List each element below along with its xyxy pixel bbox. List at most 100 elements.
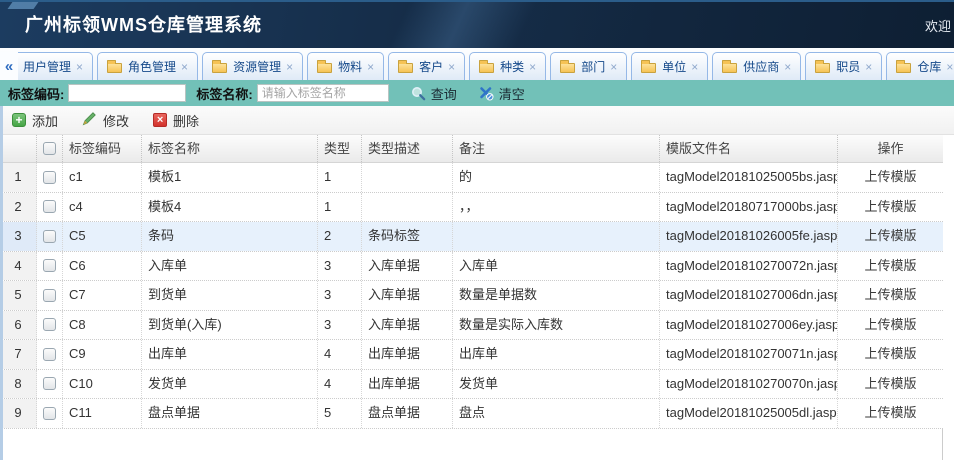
tab-close-icon[interactable]: × [76,61,83,73]
cell-tag-code: c1 [63,163,142,192]
cell-remark: 数量是实际入库数 [453,311,660,340]
row-checkbox[interactable] [43,230,56,243]
header-template-file[interactable]: 模版文件名 [660,135,838,162]
row-checkbox[interactable] [43,318,56,331]
tab-供应商[interactable]: 供应商 × [712,52,801,80]
header-tag-name[interactable]: 标签名称 [142,135,318,162]
cell-type-desc: 出库单据 [362,370,453,399]
tab-职员[interactable]: 职员 × [805,52,882,80]
tab-close-icon[interactable]: × [181,61,188,73]
header-type[interactable]: 类型 [318,135,362,162]
delete-button-label: 删除 [173,111,199,130]
upload-template-link[interactable]: 上传模版 [864,199,916,214]
cell-tag-code: C5 [63,222,142,251]
tab-close-icon[interactable]: × [946,61,953,73]
table-row[interactable]: 9 C11 盘点单据 5 盘点单据 盘点 tagModel20181025005… [0,399,943,429]
upload-template-link[interactable]: 上传模版 [864,228,916,243]
tab-物料[interactable]: 物料 × [307,52,384,80]
tab-label: 角色管理 [128,58,176,75]
row-checkbox[interactable] [43,200,56,213]
tab-bar: « 用户管理 × 角色管理 × 资源管理 × 物料 × 客户 × 种类 × 部门… [0,48,954,80]
row-checkbox[interactable] [43,377,56,390]
query-button[interactable]: 查询 [411,84,457,103]
cell-type: 2 [318,222,362,251]
header-remark[interactable]: 备注 [453,135,660,162]
upload-template-link[interactable]: 上传模版 [864,405,916,420]
folder-icon [107,63,122,73]
tab-close-icon[interactable]: × [691,61,698,73]
cell-type-desc: 入库单据 [362,281,453,310]
delete-button[interactable]: × 删除 [153,111,199,130]
edit-button[interactable]: 修改 [82,111,129,130]
tab-用户管理[interactable]: 用户管理 × [18,52,93,80]
table-row[interactable]: 2 c4 模板4 1 ，， tagModel20180717000bs.jasp… [0,193,943,223]
folder-icon [212,63,227,73]
tag-code-label: 标签编码: [8,84,64,103]
header-tag-code[interactable]: 标签编码 [63,135,142,162]
table-row[interactable]: 1 c1 模板1 1 的 tagModel20181025005bs.jaspe… [0,163,943,193]
row-checkbox[interactable] [43,348,56,361]
tab-close-icon[interactable]: × [529,61,536,73]
cell-template-file: tagModel201810270070n.jaspe [660,370,838,399]
folder-icon [398,63,413,73]
tab-close-icon[interactable]: × [286,61,293,73]
row-checkbox[interactable] [43,259,56,272]
cell-remark: 发货单 [453,370,660,399]
welcome-text: 欢迎 [925,16,951,35]
app-title: 广州标领WMS仓库管理系统 [25,2,262,48]
tag-code-input[interactable] [68,84,186,102]
tab-close-icon[interactable]: × [367,61,374,73]
cell-type-desc [362,163,453,192]
header-actions[interactable]: 操作 [838,135,943,162]
cell-type: 1 [318,193,362,222]
table-row[interactable]: 3 C5 条码 2 条码标签 tagModel20181026005fe.jas… [0,222,943,252]
table-row[interactable]: 7 C9 出库单 4 出库单据 出库单 tagModel201810270071… [0,340,943,370]
tab-仓库[interactable]: 仓库 × [886,52,954,80]
tag-template-table: 标签编码 标签名称 类型 类型描述 备注 模版文件名 操作 1 c1 模板1 1… [0,135,943,460]
upload-template-link[interactable]: 上传模版 [864,169,916,184]
tab-角色管理[interactable]: 角色管理 × [97,52,198,80]
upload-template-link[interactable]: 上传模版 [864,376,916,391]
select-all-checkbox[interactable] [43,142,56,155]
cell-type: 5 [318,399,362,428]
folder-icon [479,63,494,73]
tab-种类[interactable]: 种类 × [469,52,546,80]
row-checkbox[interactable] [43,407,56,420]
tag-name-input[interactable] [257,84,389,102]
cell-template-file: tagModel20180717000bs.jaspe [660,193,838,222]
tab-close-icon[interactable]: × [610,61,617,73]
tab-资源管理[interactable]: 资源管理 × [202,52,303,80]
table-row[interactable]: 8 C10 发货单 4 出库单据 发货单 tagModel20181027007… [0,370,943,400]
cell-type-desc: 条码标签 [362,222,453,251]
header-type-desc[interactable]: 类型描述 [362,135,453,162]
tab-部门[interactable]: 部门 × [550,52,627,80]
cell-tag-code: C8 [63,311,142,340]
cell-tag-name: 模板4 [142,193,318,222]
upload-template-link[interactable]: 上传模版 [864,346,916,361]
clear-button[interactable]: 清空 [479,84,525,103]
table-row[interactable]: 5 C7 到货单 3 入库单据 数量是单据数 tagModel201810270… [0,281,943,311]
tabs-scroll-left-button[interactable]: « [0,52,18,80]
folder-icon [896,63,911,73]
header-checkbox-cell [37,135,63,162]
cell-actions: 上传模版 [838,163,943,192]
cell-tag-name: 入库单 [142,252,318,281]
cell-tag-code: C11 [63,399,142,428]
delete-icon: × [153,113,167,127]
row-checkbox[interactable] [43,171,56,184]
table-row[interactable]: 6 C8 到货单(入库) 3 入库单据 数量是实际入库数 tagModel201… [0,311,943,341]
cell-template-file: tagModel20181025005bs.jaspe [660,163,838,192]
tab-close-icon[interactable]: × [784,61,791,73]
row-checkbox[interactable] [43,289,56,302]
upload-template-link[interactable]: 上传模版 [864,287,916,302]
cell-tag-code: C6 [63,252,142,281]
tab-单位[interactable]: 单位 × [631,52,708,80]
table-row[interactable]: 4 C6 入库单 3 入库单据 入库单 tagModel201810270072… [0,252,943,282]
cell-tag-name: 到货单 [142,281,318,310]
add-button[interactable]: + 添加 [12,111,58,130]
tab-close-icon[interactable]: × [448,61,455,73]
tab-客户[interactable]: 客户 × [388,52,465,80]
upload-template-link[interactable]: 上传模版 [864,317,916,332]
upload-template-link[interactable]: 上传模版 [864,258,916,273]
tab-close-icon[interactable]: × [865,61,872,73]
